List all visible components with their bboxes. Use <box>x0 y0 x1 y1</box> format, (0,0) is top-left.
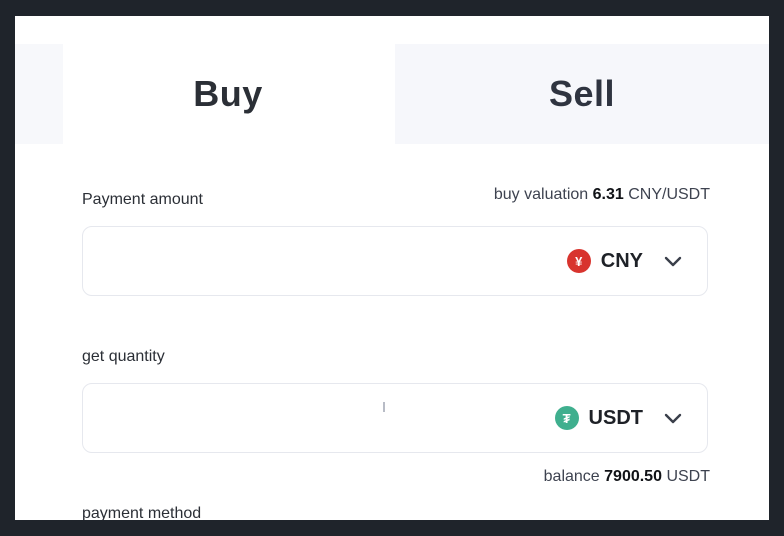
get-quantity-label: get quantity <box>82 348 165 365</box>
payment-method-label: payment method <box>82 505 202 520</box>
valuation-prefix: buy valuation <box>493 186 589 203</box>
tether-coin-icon: ₮ <box>554 406 579 430</box>
currency-code-usdt: USDT <box>588 406 643 429</box>
balance-unit: USDT <box>666 468 710 485</box>
tab-sell[interactable]: Sell <box>395 44 769 144</box>
get-quantity-field[interactable]: ₮ USDT <box>82 383 708 453</box>
text-cursor <box>383 402 385 412</box>
payment-amount-label: Payment amount <box>82 191 203 208</box>
valuation-unit: CNY/USDT <box>628 186 710 203</box>
currency-select-usdt[interactable]: ₮ USDT <box>554 384 685 452</box>
usdt-balance: balance 7900.50 USDT <box>544 468 710 486</box>
tab-buy[interactable]: Buy <box>63 44 393 144</box>
get-quantity-input[interactable] <box>101 402 485 436</box>
currency-select-cny[interactable]: ¥ CNY <box>566 227 685 295</box>
trade-tabs: Buy Sell <box>15 44 769 144</box>
payment-amount-field[interactable]: ¥ CNY <box>82 226 708 296</box>
buy-valuation: buy valuation 6.31 CNY/USDT <box>494 186 710 204</box>
payment-amount-input[interactable] <box>101 245 485 279</box>
trade-panel: Buy Sell Payment amount buy valuation 6.… <box>15 16 769 520</box>
chevron-down-icon[interactable] <box>661 249 685 273</box>
balance-prefix: balance <box>543 468 600 485</box>
valuation-value: 6.31 <box>592 186 624 203</box>
chevron-down-icon[interactable] <box>661 406 685 430</box>
currency-code-cny: CNY <box>600 249 643 272</box>
balance-value: 7900.50 <box>604 468 662 485</box>
yuan-coin-icon: ¥ <box>566 249 591 273</box>
